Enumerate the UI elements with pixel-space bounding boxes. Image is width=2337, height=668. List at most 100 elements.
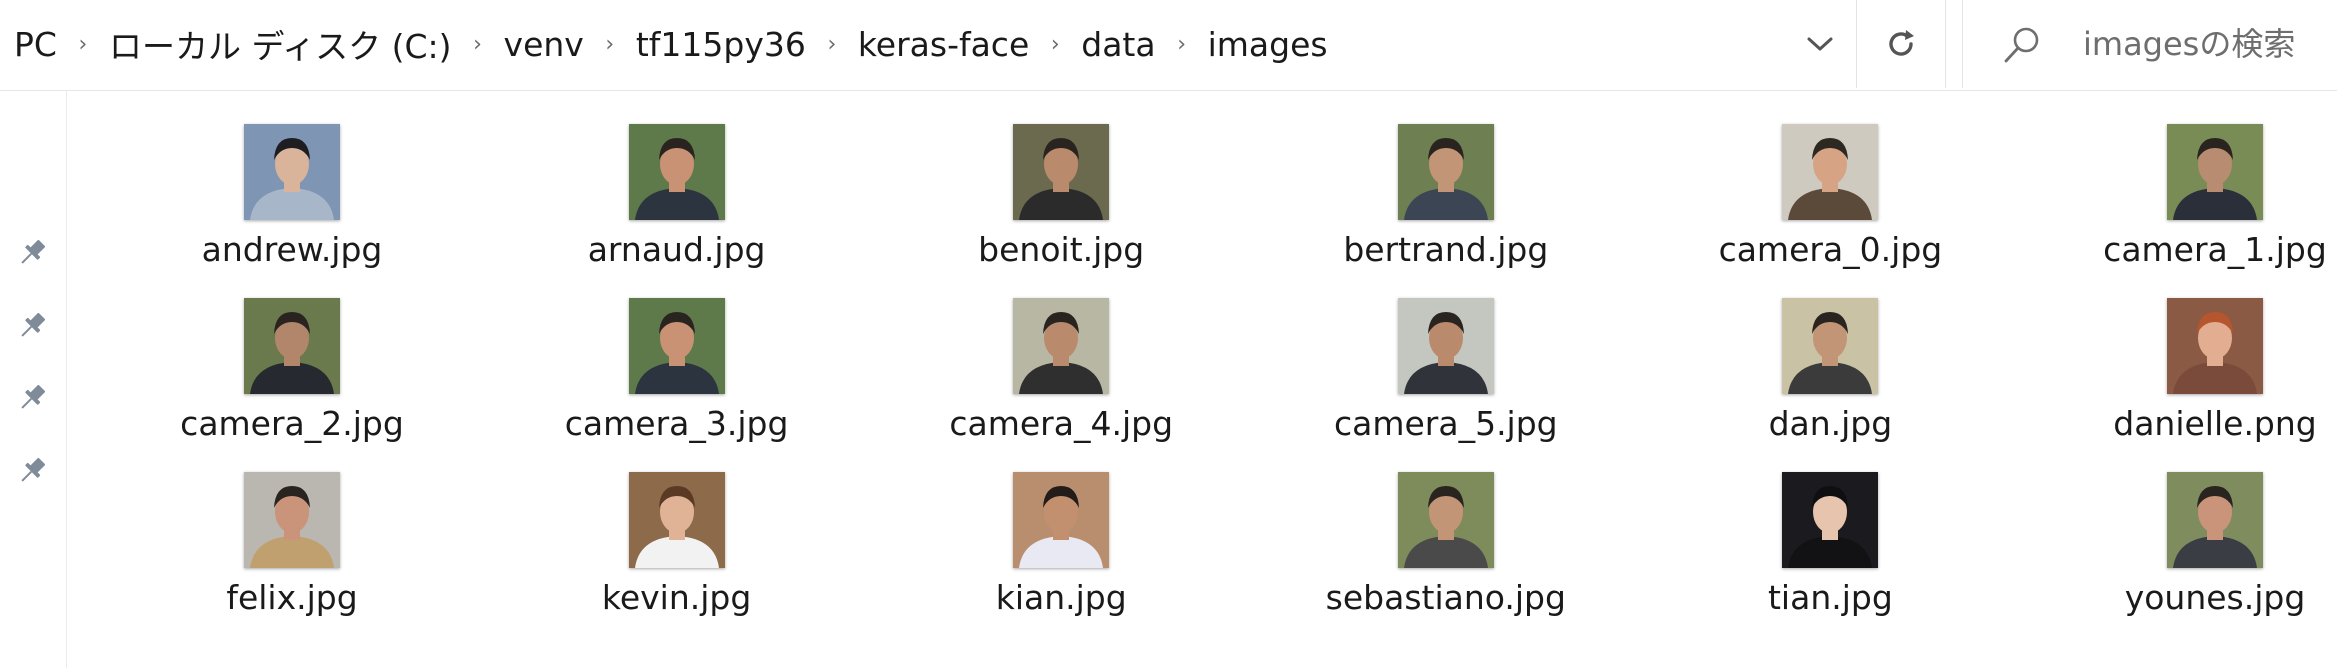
toolbar: PC › ローカル ディスク (C:) › venv › tf115py36 ›… [0, 0, 2337, 91]
file-name: kevin.jpg [601, 578, 752, 617]
search-box[interactable] [1962, 0, 2337, 88]
portrait-thumbnail-image [1397, 472, 1494, 568]
portrait-thumbnail-image [628, 472, 725, 568]
breadcrumb-separator-icon[interactable]: › [59, 32, 107, 57]
file-name: andrew.jpg [201, 230, 383, 269]
search-input[interactable] [2083, 20, 2333, 68]
file-item[interactable]: kian.jpg [919, 464, 1199, 634]
file-thumbnail[interactable] [628, 124, 725, 220]
pin-icon[interactable] [14, 453, 50, 489]
refresh-button[interactable] [1856, 0, 1945, 88]
file-item[interactable]: tian.jpg [1688, 464, 1968, 634]
file-item[interactable]: camera_2.jpg [150, 290, 430, 460]
file-name: dan.jpg [1768, 404, 1893, 443]
file-item[interactable]: benoit.jpg [919, 116, 1199, 286]
file-name: arnaud.jpg [587, 230, 766, 269]
file-thumbnail[interactable] [1397, 472, 1494, 568]
breadcrumb-separator-icon[interactable]: › [454, 32, 502, 57]
file-item[interactable]: bertrand.jpg [1304, 116, 1584, 286]
file-item[interactable]: camera_4.jpg [919, 290, 1199, 460]
file-thumbnail[interactable] [1013, 124, 1110, 220]
portrait-thumbnail-image [2167, 472, 2263, 568]
file-item[interactable]: felix.jpg [150, 464, 430, 634]
file-thumbnail[interactable] [1782, 298, 1879, 394]
file-thumbnail[interactable] [1782, 472, 1879, 568]
portrait-thumbnail-image [1013, 298, 1110, 394]
portrait-thumbnail-image [244, 124, 340, 220]
breadcrumb-item-pc[interactable]: PC [12, 25, 59, 64]
pin-icon[interactable] [14, 308, 50, 344]
file-name: bertrand.jpg [1343, 230, 1549, 269]
file-thumbnail[interactable] [1397, 298, 1494, 394]
file-grid: andrew.jpg arnaud.jpg benoit.jpg bertrand.j… [150, 116, 2337, 636]
file-item[interactable]: danielle.png [2073, 290, 2337, 460]
portrait-thumbnail-image [2167, 298, 2263, 394]
file-thumbnail[interactable] [2167, 472, 2263, 568]
file-item[interactable]: andrew.jpg [150, 116, 430, 286]
portrait-thumbnail-image [1013, 124, 1110, 220]
portrait-thumbnail-image [628, 298, 725, 394]
file-name: tian.jpg [1767, 578, 1893, 617]
file-name: camera_2.jpg [180, 404, 404, 443]
breadcrumb-item-local-disk[interactable]: ローカル ディスク (C:) [107, 20, 454, 68]
file-thumbnail[interactable] [244, 472, 340, 568]
file-name: camera_0.jpg [1718, 230, 1943, 269]
file-explorer-window: PC › ローカル ディスク (C:) › venv › tf115py36 ›… [0, 0, 2337, 668]
breadcrumb-item-keras-face[interactable]: keras-face [856, 25, 1031, 64]
breadcrumb-separator-icon[interactable]: › [1158, 32, 1206, 57]
chevron-down-icon [1807, 37, 1833, 51]
file-name: felix.jpg [226, 578, 358, 617]
file-item[interactable]: arnaud.jpg [535, 116, 815, 286]
file-thumbnail[interactable] [2167, 124, 2263, 220]
portrait-thumbnail-image [1397, 298, 1494, 394]
portrait-thumbnail-image [1397, 124, 1494, 220]
file-name: kian.jpg [995, 578, 1127, 617]
file-name: sebastiano.jpg [1325, 578, 1566, 617]
file-item[interactable]: kevin.jpg [535, 464, 815, 634]
file-item[interactable]: camera_3.jpg [535, 290, 815, 460]
portrait-thumbnail-image [1782, 124, 1879, 220]
portrait-thumbnail-image [244, 298, 340, 394]
pin-icon[interactable] [14, 235, 50, 271]
file-thumbnail[interactable] [1013, 472, 1110, 568]
file-thumbnail[interactable] [628, 472, 725, 568]
file-name: camera_5.jpg [1333, 404, 1558, 443]
file-name: danielle.png [2113, 404, 2317, 443]
file-thumbnail[interactable] [1397, 124, 1494, 220]
file-name: camera_4.jpg [949, 404, 1174, 443]
file-thumbnail[interactable] [628, 298, 725, 394]
address-bar[interactable]: PC › ローカル ディスク (C:) › venv › tf115py36 ›… [0, 0, 1946, 88]
file-name: camera_3.jpg [564, 404, 789, 443]
file-item[interactable]: sebastiano.jpg [1304, 464, 1584, 634]
file-item[interactable]: camera_1.jpg [2073, 116, 2337, 286]
file-name: benoit.jpg [978, 230, 1145, 269]
file-thumbnail[interactable] [1782, 124, 1879, 220]
file-name: camera_1.jpg [2103, 230, 2327, 269]
navigation-pane [0, 91, 67, 668]
file-item[interactable]: younes.jpg [2073, 464, 2337, 634]
portrait-thumbnail-image [1782, 472, 1879, 568]
portrait-thumbnail-image [1013, 472, 1110, 568]
breadcrumb-separator-icon[interactable]: › [1031, 32, 1079, 57]
search-icon[interactable] [2001, 24, 2043, 66]
breadcrumb-item-images[interactable]: images [1206, 25, 1330, 64]
breadcrumb-separator-icon[interactable]: › [586, 32, 634, 57]
breadcrumb-item-tf115py36[interactable]: tf115py36 [634, 25, 808, 64]
breadcrumb-separator-icon[interactable]: › [808, 32, 856, 57]
portrait-thumbnail-image [628, 124, 725, 220]
file-name: younes.jpg [2124, 578, 2306, 617]
portrait-thumbnail-image [2167, 124, 2263, 220]
file-item[interactable]: camera_0.jpg [1688, 116, 1968, 286]
refresh-icon [1889, 30, 1914, 56]
file-item[interactable]: dan.jpg [1688, 290, 1968, 460]
address-history-button[interactable] [1780, 0, 1860, 88]
file-thumbnail[interactable] [244, 298, 340, 394]
portrait-thumbnail-image [244, 472, 340, 568]
file-thumbnail[interactable] [1013, 298, 1110, 394]
breadcrumb-item-venv[interactable]: venv [502, 25, 586, 64]
breadcrumb-item-data[interactable]: data [1079, 25, 1157, 64]
file-thumbnail[interactable] [244, 124, 340, 220]
file-thumbnail[interactable] [2167, 298, 2263, 394]
pin-icon[interactable] [14, 380, 50, 416]
file-item[interactable]: camera_5.jpg [1304, 290, 1584, 460]
